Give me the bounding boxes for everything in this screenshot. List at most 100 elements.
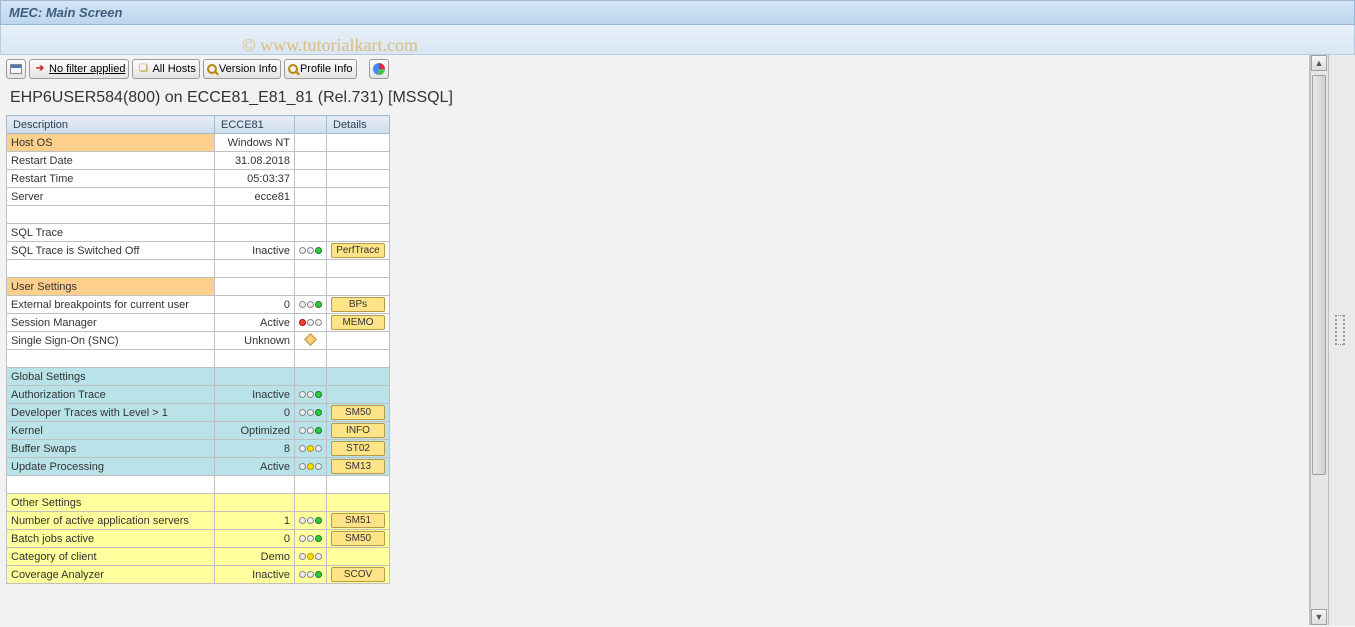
details-button[interactable]: BPs	[331, 297, 385, 312]
window-title: MEC: Main Screen	[9, 5, 122, 20]
details-button[interactable]: SM50	[331, 531, 385, 546]
cell-value: 31.08.2018	[215, 152, 295, 170]
details-button[interactable]: MEMO	[331, 315, 385, 330]
details-button[interactable]: SM13	[331, 459, 385, 474]
cell-description: Session Manager	[7, 314, 215, 332]
cell-description: Kernel	[7, 422, 215, 440]
cell-details: PerfTrace	[327, 242, 390, 260]
table-row[interactable]	[7, 350, 390, 368]
traffic-light-icon	[299, 445, 322, 452]
window-select-button[interactable]	[6, 59, 26, 79]
cell-status	[295, 170, 327, 188]
cell-description: Global Settings	[7, 368, 215, 386]
details-button[interactable]: SM51	[331, 513, 385, 528]
cell-details: ST02	[327, 440, 390, 458]
traffic-light-icon	[299, 517, 322, 524]
all-hosts-button[interactable]: ❏ All Hosts	[132, 59, 199, 79]
cell-description: Buffer Swaps	[7, 440, 215, 458]
cell-value	[215, 368, 295, 386]
cell-status	[295, 494, 327, 512]
col-header-description[interactable]: Description	[7, 116, 215, 134]
table-row[interactable]: Number of active application servers1SM5…	[7, 512, 390, 530]
col-header-value[interactable]: ECCE81	[215, 116, 295, 134]
scroll-up-arrow-icon[interactable]: ▲	[1311, 55, 1327, 71]
window-icon	[10, 64, 22, 74]
table-row[interactable]: Authorization TraceInactive	[7, 386, 390, 404]
table-row[interactable]: Serverecce81	[7, 188, 390, 206]
table-row[interactable]: SQL Trace is Switched OffInactivePerfTra…	[7, 242, 390, 260]
table-row[interactable]: Category of clientDemo	[7, 548, 390, 566]
table-row[interactable]: Update ProcessingActiveSM13	[7, 458, 390, 476]
scroll-thumb[interactable]	[1312, 75, 1326, 475]
details-button[interactable]: ST02	[331, 441, 385, 456]
cell-status	[295, 368, 327, 386]
table-row[interactable]: User Settings	[7, 278, 390, 296]
col-header-status[interactable]	[295, 116, 327, 134]
cell-description: Update Processing	[7, 458, 215, 476]
table-row[interactable]: Single Sign-On (SNC)Unknown	[7, 332, 390, 350]
table-row[interactable]	[7, 476, 390, 494]
cell-description: Authorization Trace	[7, 386, 215, 404]
details-button[interactable]: INFO	[331, 423, 385, 438]
chart-button[interactable]	[369, 59, 389, 79]
cell-value: Optimized	[215, 422, 295, 440]
details-button[interactable]: SM50	[331, 405, 385, 420]
scroll-down-arrow-icon[interactable]: ▼	[1311, 609, 1327, 625]
table-row[interactable]: Batch jobs active0SM50	[7, 530, 390, 548]
table-row[interactable]: Host OSWindows NT	[7, 134, 390, 152]
table-row[interactable]: Other Settings	[7, 494, 390, 512]
table-row[interactable]: KernelOptimized INFO	[7, 422, 390, 440]
cell-status	[295, 566, 327, 584]
cell-status	[295, 332, 327, 350]
cell-value	[215, 494, 295, 512]
cell-value	[215, 476, 295, 494]
menu-strip	[0, 25, 1355, 55]
traffic-light-icon	[299, 247, 322, 254]
cell-status	[295, 152, 327, 170]
arrow-right-icon: ➔	[33, 62, 47, 76]
cell-value: Inactive	[215, 566, 295, 584]
cell-value: 0	[215, 404, 295, 422]
table-row[interactable]	[7, 206, 390, 224]
traffic-light-icon	[299, 535, 322, 542]
table-row[interactable]: Global Settings	[7, 368, 390, 386]
cell-value	[215, 206, 295, 224]
details-button[interactable]: SCOV	[331, 567, 385, 582]
cell-status	[295, 530, 327, 548]
hosts-label: All Hosts	[152, 63, 195, 75]
cell-details	[327, 332, 390, 350]
cell-description: Coverage Analyzer	[7, 566, 215, 584]
cell-details	[327, 278, 390, 296]
table-row[interactable]	[7, 260, 390, 278]
side-panel-handle[interactable]	[1335, 315, 1345, 345]
cell-status	[295, 422, 327, 440]
cell-value: 0	[215, 296, 295, 314]
cell-status	[295, 458, 327, 476]
table-row[interactable]: Restart Date31.08.2018	[7, 152, 390, 170]
side-panel	[1328, 55, 1355, 625]
table-row[interactable]: Session ManagerActiveMEMO	[7, 314, 390, 332]
table-row[interactable]: SQL Trace	[7, 224, 390, 242]
profile-label: Profile Info	[300, 63, 353, 75]
table-row[interactable]: Developer Traces with Level > 10SM50	[7, 404, 390, 422]
cell-description	[7, 350, 215, 368]
version-info-button[interactable]: Version Info	[203, 59, 281, 79]
cell-value	[215, 260, 295, 278]
table-row[interactable]: Buffer Swaps8ST02	[7, 440, 390, 458]
traffic-light-icon	[299, 427, 322, 434]
content-area: ➔ No filter applied ❏ All Hosts Version …	[0, 55, 1310, 625]
filter-button[interactable]: ➔ No filter applied	[29, 59, 129, 79]
col-header-details[interactable]: Details	[327, 116, 390, 134]
table-row[interactable]: External breakpoints for current user0BP…	[7, 296, 390, 314]
cell-status	[295, 386, 327, 404]
cell-details	[327, 368, 390, 386]
cell-value: Windows NT	[215, 134, 295, 152]
cell-details	[327, 134, 390, 152]
hosts-icon: ❏	[136, 62, 150, 76]
cell-description	[7, 260, 215, 278]
profile-info-button[interactable]: Profile Info	[284, 59, 357, 79]
table-row[interactable]: Restart Time05:03:37	[7, 170, 390, 188]
vertical-scrollbar[interactable]: ▲ ▼	[1310, 55, 1328, 625]
table-row[interactable]: Coverage AnalyzerInactive SCOV	[7, 566, 390, 584]
details-button[interactable]: PerfTrace	[331, 243, 385, 258]
